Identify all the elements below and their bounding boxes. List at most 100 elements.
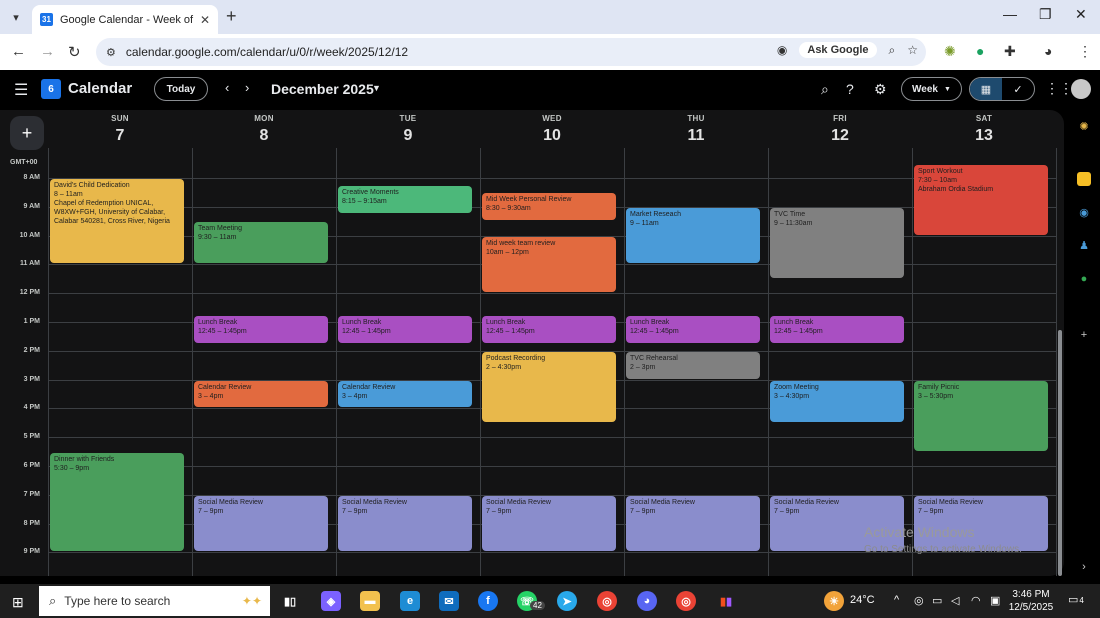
back-arrow-icon[interactable]: ←	[11, 43, 26, 60]
facebook-icon[interactable]: f	[478, 591, 498, 611]
forward-arrow-icon[interactable]: →	[40, 43, 55, 60]
extension-green-icon[interactable]: ●	[976, 43, 984, 59]
calendar-event[interactable]: Family Picnic 3 – 5:30pm	[914, 380, 1048, 451]
chrome-profile-icon[interactable]: ◎	[676, 591, 696, 611]
maps-icon[interactable]: ●	[1077, 272, 1091, 286]
calendar-event[interactable]: Dinner with Friends 5:30 – 9pm	[50, 452, 184, 552]
contacts-icon[interactable]: ♟	[1077, 238, 1091, 252]
chrome-icon[interactable]: ◎	[597, 591, 617, 611]
today-button[interactable]: Today	[154, 77, 208, 101]
avatar[interactable]	[1071, 79, 1091, 99]
day-header-thu[interactable]: THU 11	[624, 114, 768, 145]
calendar-event[interactable]: TVC Time 9 – 11:30am	[770, 207, 904, 278]
day-date[interactable]: 13	[912, 127, 1056, 145]
profile-icon[interactable]: ◕	[1044, 43, 1052, 59]
day-header-tue[interactable]: TUE 9	[336, 114, 480, 145]
add-addon-icon[interactable]: +	[1077, 328, 1091, 342]
weather-icon[interactable]: ☀	[824, 591, 844, 611]
extension-icon[interactable]: ✺	[944, 43, 956, 60]
tray-chevron-icon[interactable]: ^	[894, 594, 899, 606]
google-apps-icon[interactable]: ⋮⋮	[1045, 80, 1073, 97]
ask-google-button[interactable]: Ask Google	[799, 42, 877, 58]
calendar-event[interactable]: Lunch Break 12:45 – 1:45pm	[626, 315, 760, 343]
battery-icon[interactable]: ▭	[932, 594, 942, 607]
keep-icon[interactable]	[1077, 172, 1091, 186]
figma-icon[interactable]: ▮ ▮	[716, 591, 736, 611]
tray-app-icon[interactable]: ◎	[914, 594, 924, 607]
main-menu-icon[interactable]: ☰	[14, 80, 28, 100]
calendar-view-icon[interactable]: ▦	[970, 78, 1002, 100]
taskbar-search-box[interactable]: ⌕ Type here to search ✦✦	[39, 586, 270, 616]
calendar-event[interactable]: Podcast Recording 2 – 4:30pm	[482, 351, 616, 422]
day-header-sat[interactable]: SAT 13	[912, 114, 1056, 145]
weather-temp[interactable]: 24°C	[850, 594, 875, 606]
copilot-icon[interactable]: ◈	[321, 591, 341, 611]
close-tab-icon[interactable]: ✕	[200, 13, 210, 27]
close-window-icon[interactable]: ✕	[1075, 6, 1087, 23]
browser-menu-icon[interactable]: ⋮	[1078, 43, 1092, 60]
calendar-event[interactable]: Zoom Meeting 3 – 4:30pm	[770, 380, 904, 422]
new-tab-icon[interactable]: +	[226, 6, 237, 27]
wifi-icon[interactable]: ◠	[971, 594, 981, 607]
calendar-event[interactable]: Sport Workout 7:30 – 10am Abraham Ordia St…	[914, 164, 1048, 235]
file-explorer-icon[interactable]: ▬	[360, 591, 380, 611]
expand-side-panel-icon[interactable]: ›	[1077, 560, 1091, 574]
windows-start-icon[interactable]: ⊞	[12, 594, 24, 611]
minimize-icon[interactable]: —	[1003, 6, 1017, 22]
calendar-event[interactable]: David's Child Dedication 8 – 11am Chapel o…	[50, 179, 184, 264]
day-header-mon[interactable]: MON 8	[192, 114, 336, 145]
lens-icon[interactable]: ◉	[777, 43, 787, 57]
notifications-icon[interactable]: ▭4	[1068, 593, 1084, 606]
previous-week-icon[interactable]: ‹	[225, 80, 229, 95]
month-dropdown-icon[interactable]: ▼	[372, 83, 381, 93]
next-week-icon[interactable]: ›	[245, 80, 249, 95]
reload-icon[interactable]: ↻	[68, 43, 81, 61]
calendar-event[interactable]: Calendar Review 3 – 4pm	[194, 380, 328, 408]
calendar-event[interactable]: Lunch Break 12:45 – 1:45pm	[770, 315, 904, 343]
telegram-icon[interactable]: ➤	[557, 591, 577, 611]
calendar-event[interactable]: Social Media Review 7 – 9pm	[482, 495, 616, 552]
calendar-event[interactable]: Social Media Review 7 – 9pm	[338, 495, 472, 552]
tab-search-chevron-icon[interactable]: ▾	[6, 7, 26, 27]
browser-tab[interactable]: 31 Google Calendar - Week of Dec ✕	[32, 5, 218, 34]
url-text[interactable]: calendar.google.com/calendar/u/0/r/week/…	[126, 45, 408, 59]
language-icon[interactable]: ▣	[990, 594, 1000, 607]
gemini-icon[interactable]: ✺	[1077, 119, 1091, 133]
day-date[interactable]: 9	[336, 127, 480, 145]
grid-scrollbar[interactable]	[1058, 330, 1062, 576]
day-header-sun[interactable]: SUN 7	[48, 114, 192, 145]
mail-icon[interactable]: ✉	[439, 591, 459, 611]
calendar-event[interactable]: Market Reseach 9 – 11am	[626, 207, 760, 264]
discord-icon[interactable]: ◕	[637, 591, 657, 611]
zoom-icon[interactable]: ⌕	[889, 43, 896, 58]
month-title[interactable]: December 2025	[271, 81, 374, 97]
taskbar-clock[interactable]: 3:46 PM 12/5/2025	[1008, 588, 1054, 614]
day-date[interactable]: 10	[480, 127, 624, 145]
help-icon[interactable]: ?	[846, 81, 854, 97]
search-icon[interactable]: ⌕	[821, 81, 829, 98]
calendar-event[interactable]: Lunch Break 12:45 – 1:45pm	[194, 315, 328, 343]
calendar-event[interactable]: Team Meeting 9:30 – 11am	[194, 222, 328, 264]
calendar-event[interactable]: Creative Moments 8:15 – 9:15am	[338, 186, 472, 213]
create-event-button[interactable]: +	[10, 116, 44, 150]
view-selector-button[interactable]: Week ▼	[901, 77, 962, 101]
volume-icon[interactable]: ◁	[951, 594, 959, 607]
calendar-event[interactable]: Social Media Review 7 – 9pm	[626, 495, 760, 552]
calendar-event[interactable]: Lunch Break 12:45 – 1:45pm	[482, 315, 616, 343]
restore-icon[interactable]: ❐	[1039, 6, 1052, 23]
calendar-event[interactable]: Calendar Review 3 – 4pm	[338, 380, 472, 408]
task-view-icon[interactable]: ▮▯	[280, 591, 300, 611]
calendar-event[interactable]: Mid week team review 10am – 12pm	[482, 236, 616, 293]
calendar-event[interactable]: Mid Week Personal Review 8:30 – 9:30am	[482, 193, 616, 221]
calendar-event[interactable]: TVC Rehearsal 2 – 3pm	[626, 351, 760, 379]
day-date[interactable]: 8	[192, 127, 336, 145]
day-date[interactable]: 11	[624, 127, 768, 145]
tasks-view-icon[interactable]: ✓	[1002, 78, 1034, 100]
day-header-fri[interactable]: FRI 12	[768, 114, 912, 145]
calendar-event[interactable]: Social Media Review 7 – 9pm	[194, 495, 328, 552]
calendar-event[interactable]: Lunch Break 12:45 – 1:45pm	[338, 315, 472, 343]
day-date[interactable]: 12	[768, 127, 912, 145]
tasks-icon[interactable]: ◉	[1077, 205, 1091, 219]
extensions-puzzle-icon[interactable]: ✚	[1004, 43, 1016, 60]
edge-icon[interactable]: e	[400, 591, 420, 611]
